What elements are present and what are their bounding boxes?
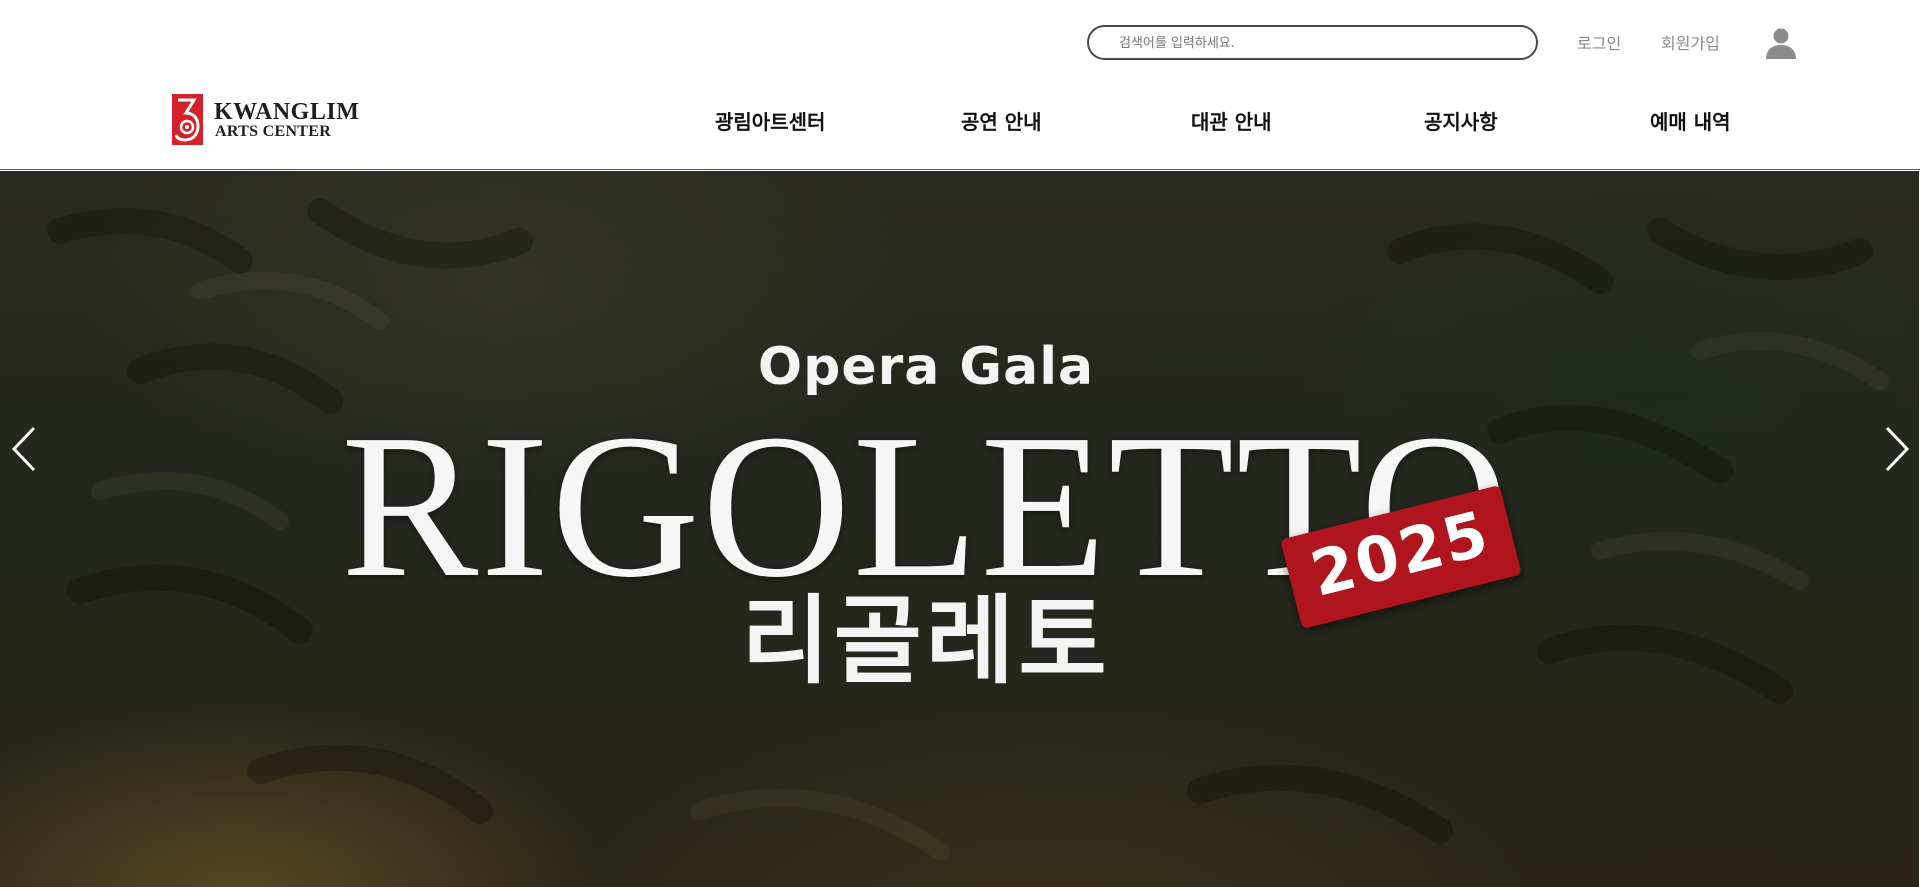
logo-mark-icon [172,94,203,145]
logo-text-secondary: ARTS CENTER [215,123,332,140]
nav-item-notices[interactable]: 공지사항 [1424,112,1498,132]
chevron-left-icon[interactable] [9,424,39,474]
hero-title: RIGOLETTO [341,391,1511,620]
signup-link[interactable]: 회원가입 [1661,30,1720,54]
login-link[interactable]: 로그인 [1577,30,1621,54]
nav-item-booking-history[interactable]: 예매 내역 [1650,112,1731,132]
nav-item-rental-info[interactable]: 대관 안내 [1191,112,1272,132]
search-input[interactable] [1119,33,1519,53]
nav-item-kwanglim-arts-center[interactable]: 광림아트센터 [715,112,825,132]
user-icon[interactable] [1764,26,1798,60]
site-logo[interactable]: KWANGLIM ARTS CENTER [172,94,372,146]
hero-banner[interactable]: Opera Gala RIGOLETTO 2025 리골레토 [0,171,1920,887]
hero-subtitle: Opera Gala [757,337,1095,397]
search-box[interactable] [1087,25,1538,60]
nav-item-performance-info[interactable]: 공연 안내 [961,112,1042,132]
chevron-right-icon[interactable] [1882,424,1912,474]
hero-title-korean: 리골레토 [741,585,1111,697]
logo-text-primary: KWANGLIM [214,99,360,125]
site-header: 로그인 회원가입 KWANGLIM ARTS CENTER 광림아트센터 공연 … [0,0,1920,170]
